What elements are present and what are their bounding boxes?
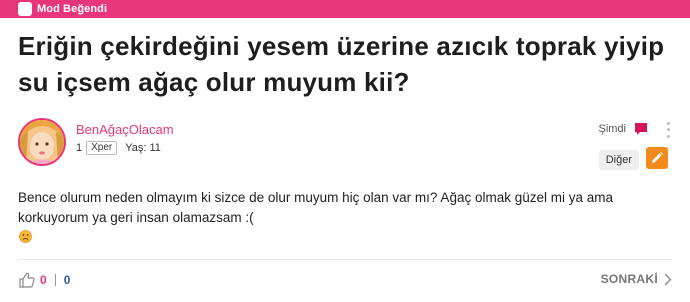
author-age: Yaş: 11 bbox=[125, 142, 161, 154]
check-icon bbox=[18, 2, 32, 16]
question-body: Bence olurum neden olmayım ki sizce de o… bbox=[18, 190, 614, 225]
edit-icon bbox=[652, 152, 663, 163]
mod-liked-label: Mod Beğendi bbox=[37, 3, 108, 15]
vote-bar: 0 0 bbox=[18, 271, 70, 289]
upvote-count[interactable]: 0 bbox=[40, 273, 47, 287]
divider bbox=[18, 259, 672, 260]
next-label: SONRAKİ bbox=[600, 272, 658, 286]
post-time-row: Şimdi bbox=[598, 122, 648, 136]
author-rank-badge: Xper bbox=[86, 141, 118, 155]
post-time: Şimdi bbox=[598, 123, 626, 135]
comment-icon[interactable] bbox=[634, 122, 648, 136]
avatar[interactable] bbox=[18, 118, 66, 166]
next-question-link[interactable]: SONRAKİ bbox=[601, 272, 672, 286]
edit-button[interactable] bbox=[646, 147, 668, 169]
mod-liked-badge: Mod Beğendi bbox=[18, 2, 107, 16]
thumbs-up-icon[interactable] bbox=[18, 271, 36, 289]
chevron-right-icon bbox=[664, 273, 672, 285]
downvote-count[interactable]: 0 bbox=[64, 273, 71, 287]
author-meta: 1 Xper Yaş: 11 bbox=[76, 141, 161, 155]
other-button[interactable]: Diğer bbox=[598, 150, 639, 170]
sad-face-emoji-icon bbox=[19, 230, 32, 243]
vote-separator bbox=[54, 274, 56, 286]
author-level: 1 bbox=[76, 142, 83, 154]
more-vertical-icon[interactable] bbox=[664, 120, 672, 140]
top-bar: Mod Beğendi bbox=[0, 0, 690, 18]
question-title: Eriğin çekirdeğini yesem üzerine azıcık … bbox=[18, 31, 665, 97]
author-username[interactable]: BenAğaçOlacam bbox=[76, 122, 174, 137]
